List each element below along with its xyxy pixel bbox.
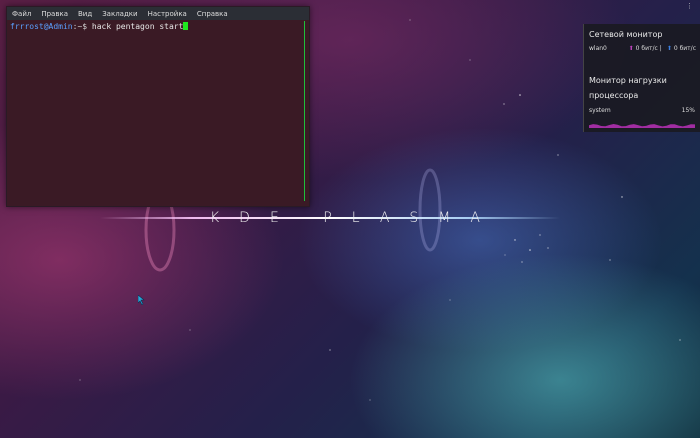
text-cursor (183, 22, 189, 30)
prompt-user: frrrost@Admin (10, 22, 73, 31)
terminal-command: hack pentagon start (91, 22, 184, 31)
upload-arrow-icon: ⬆ (628, 45, 634, 52)
prompt-separator: :~$ (72, 22, 92, 31)
cpu-value: 15% (681, 107, 695, 114)
download-arrow-icon: ⬆ (666, 45, 672, 52)
menu-view[interactable]: Вид (78, 10, 92, 18)
terminal-menubar: Файл Правка Вид Закладки Настройка Справ… (7, 7, 309, 20)
network-interface: wlan0 (589, 45, 607, 52)
system-monitor-panel: Сетевой монитор wlan0 ⬆ 0 бит/с | ⬆ 0 би… (583, 24, 700, 132)
mouse-pointer-icon (138, 295, 145, 305)
widget-handle-icon[interactable]: ⋮ (686, 2, 693, 10)
network-monitor-title: Сетевой монитор (589, 30, 663, 39)
menu-file[interactable]: Файл (12, 10, 31, 18)
upload-rate: 0 бит/с (635, 45, 658, 52)
menu-settings[interactable]: Настройка (148, 10, 187, 18)
terminal-window[interactable]: Файл Правка Вид Закладки Настройка Справ… (6, 6, 310, 207)
rate-separator: | (659, 45, 662, 52)
menu-edit[interactable]: Правка (41, 10, 68, 18)
cpu-label: system (589, 107, 611, 114)
cpu-monitor-title-1: Монитор нагрузки (589, 76, 667, 85)
terminal-scrollbar[interactable] (304, 21, 305, 201)
cpu-monitor-title-2: процессора (589, 91, 639, 100)
network-row: wlan0 ⬆ 0 бит/с | ⬆ 0 бит/с (589, 45, 696, 52)
cpu-graph (589, 124, 695, 128)
cpu-graph-fill (589, 124, 695, 128)
download-rate: 0 бит/с (673, 45, 696, 52)
terminal-body[interactable]: frrrost@Admin:~$ hack pentagon start (7, 20, 309, 206)
kde-plasma-logo: KDE PLASMA (210, 210, 500, 226)
menu-bookmarks[interactable]: Закладки (102, 10, 137, 18)
menu-help[interactable]: Справка (197, 10, 228, 18)
